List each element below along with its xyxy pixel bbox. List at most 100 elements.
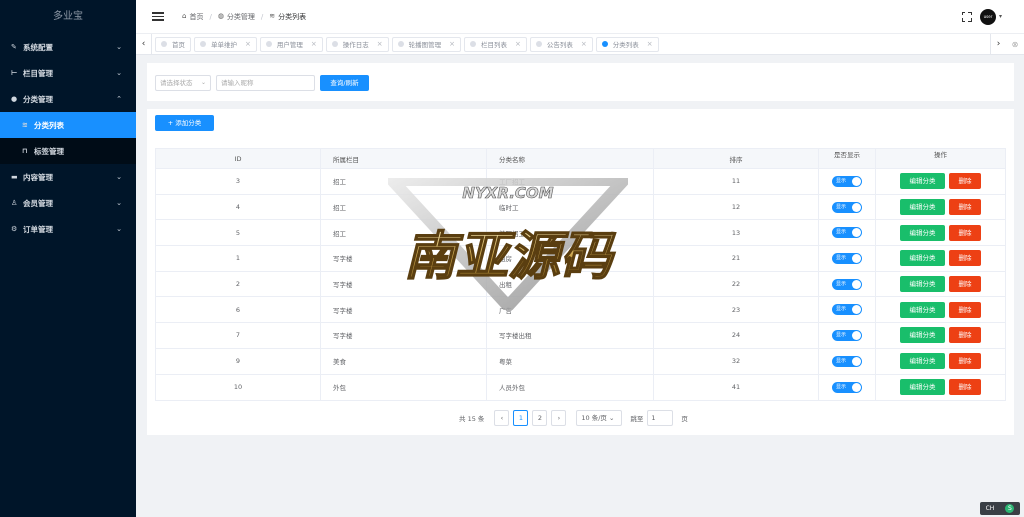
delete-button[interactable]: 删除 xyxy=(949,327,981,344)
sidebar-item-label: 会员管理 xyxy=(23,198,53,208)
menu-toggle-icon[interactable] xyxy=(152,10,164,23)
delete-button[interactable]: 删除 xyxy=(949,173,981,190)
cell-column: 写字楼 xyxy=(321,323,487,348)
breadcrumb-item[interactable]: ⌂ 首页 xyxy=(182,12,203,22)
status-select[interactable]: 请选择状态 ⌄ xyxy=(155,75,211,91)
close-icon[interactable]: × xyxy=(377,40,383,48)
tray-text: CH xyxy=(985,505,995,512)
tab-7[interactable]: 分类列表 × xyxy=(595,36,659,52)
order-icon: ⚙ xyxy=(11,225,18,233)
sidebar-item-label: 订单管理 xyxy=(23,224,53,234)
edit-category-button[interactable]: 编辑分类 xyxy=(900,224,945,241)
edit-category-button[interactable]: 编辑分类 xyxy=(900,379,945,396)
edit-category-button[interactable]: 编辑分类 xyxy=(900,250,945,267)
query-button[interactable]: 查询/刷新 xyxy=(320,75,369,91)
sidebar-item-2[interactable]: ● 分类管理 ⌃ xyxy=(0,86,136,112)
toggle-label: 显示 xyxy=(836,383,847,390)
close-icon[interactable]: × xyxy=(449,40,455,48)
close-icon[interactable]: × xyxy=(311,40,317,48)
sidebar-item-0[interactable]: ✎ 系统配置 ⌄ xyxy=(0,34,136,60)
close-icon[interactable]: × xyxy=(581,40,587,48)
edit-category-button[interactable]: 编辑分类 xyxy=(900,173,945,190)
jump-input[interactable]: 1 xyxy=(647,409,674,426)
next-page-icon[interactable]: › xyxy=(551,409,567,426)
tab-status-dot xyxy=(601,41,608,47)
header-show: 是否显示 xyxy=(819,149,876,168)
cell-id: 5 xyxy=(156,220,321,246)
cell-operation: 编辑分类 删除 xyxy=(876,220,1005,245)
toggle-knob xyxy=(852,330,861,340)
cell-sort: 13 xyxy=(654,220,819,246)
tab-1[interactable]: 单单维护 × xyxy=(194,36,257,52)
tabs-scroll-left-icon[interactable]: ‹ xyxy=(136,33,152,55)
show-toggle[interactable]: 显示 xyxy=(832,329,862,341)
breadcrumb: ⌂ 首页 / ◍ 分类管理 / ≋ 分类列表 xyxy=(182,12,306,22)
watermark-top-text: NYXR.COM xyxy=(462,184,553,202)
edit-category-button[interactable]: 编辑分类 xyxy=(900,199,945,216)
cell-operation: 编辑分类 删除 xyxy=(876,297,1005,322)
show-toggle[interactable]: 显示 xyxy=(832,355,862,367)
sidebar-subitem-label: 标签管理 xyxy=(34,146,64,156)
show-toggle[interactable]: 显示 xyxy=(832,304,862,316)
delete-button[interactable]: 删除 xyxy=(949,224,981,241)
cell-sort: 24 xyxy=(654,323,819,348)
show-toggle[interactable]: 显示 xyxy=(832,278,862,290)
sidebar-item-1[interactable]: ⊢ 栏目管理 ⌄ xyxy=(0,60,136,86)
edit-category-button[interactable]: 编辑分类 xyxy=(900,301,945,318)
prev-page-icon[interactable]: ‹ xyxy=(494,409,510,426)
sidebar-item-4[interactable]: ♙ 会员管理 ⌄ xyxy=(0,190,136,216)
sidebar-item-5[interactable]: ⚙ 订单管理 ⌄ xyxy=(0,216,136,242)
show-toggle[interactable]: 显示 xyxy=(832,227,862,239)
delete-button[interactable]: 删除 xyxy=(949,250,981,267)
show-toggle[interactable]: 显示 xyxy=(832,252,862,264)
tab-6[interactable]: 公告列表 × xyxy=(529,36,593,52)
wrench-icon: ✎ xyxy=(11,43,17,51)
breadcrumb-item[interactable]: ◍ 分类管理 xyxy=(218,12,255,22)
tab-5[interactable]: 栏目列表 × xyxy=(464,36,527,52)
show-toggle[interactable]: 显示 xyxy=(832,381,862,393)
delete-button[interactable]: 删除 xyxy=(949,379,981,396)
tab-label: 公告列表 xyxy=(546,41,573,49)
delete-button[interactable]: 删除 xyxy=(949,353,981,370)
cell-show: 显示 xyxy=(819,271,876,297)
sidebar-subitem-0[interactable]: ≋ 分类列表 xyxy=(0,112,136,138)
tab-4[interactable]: 轮播图管理 × xyxy=(391,36,461,52)
breadcrumb-label: 分类列表 xyxy=(278,12,307,21)
page-button[interactable]: 2 xyxy=(532,409,548,426)
cell-sort: 11 xyxy=(654,169,819,194)
show-toggle[interactable]: 显示 xyxy=(832,175,862,187)
sidebar-item-3[interactable]: ▬ 内容管理 ⌄ xyxy=(0,164,136,190)
breadcrumb-separator: / xyxy=(260,12,264,21)
close-icon[interactable]: × xyxy=(245,40,251,48)
sidebar-subitem-label: 分类列表 xyxy=(34,120,64,130)
edit-category-button[interactable]: 编辑分类 xyxy=(900,353,945,370)
tab-label: 轮播图管理 xyxy=(408,41,442,49)
close-icon[interactable]: × xyxy=(515,40,521,48)
tab-2[interactable]: 用户管理 × xyxy=(259,36,323,52)
avatar[interactable]: user xyxy=(979,8,996,25)
edit-category-button[interactable]: 编辑分类 xyxy=(900,276,945,293)
close-icon[interactable]: × xyxy=(647,40,653,48)
tabs-scroll-right-icon[interactable]: › xyxy=(990,33,1006,55)
page-size-select[interactable]: 10 条/页 ⌄ xyxy=(576,409,623,426)
nickname-input[interactable]: 请输入昵称 xyxy=(216,75,315,91)
tab-label: 栏目列表 xyxy=(481,41,507,49)
table-row: 7 写字楼 写字楼出租 24 显示 编辑分类 删除 xyxy=(156,323,1005,349)
chevron-down-icon[interactable]: ▾ xyxy=(999,13,1002,20)
tab-0[interactable]: 首页 xyxy=(155,36,191,52)
toggle-label: 显示 xyxy=(836,203,847,210)
delete-button[interactable]: 删除 xyxy=(949,199,981,216)
tab-3[interactable]: 操作日志 × xyxy=(325,36,389,52)
delete-button[interactable]: 删除 xyxy=(949,301,981,318)
edit-category-button[interactable]: 编辑分类 xyxy=(900,327,945,344)
cell-show: 显示 xyxy=(819,246,876,271)
sidebar-subitem-1[interactable]: ⊓ 标签管理 xyxy=(0,138,136,164)
fullscreen-icon[interactable] xyxy=(960,10,972,22)
tray-app-icon[interactable]: S xyxy=(1005,504,1015,513)
delete-button[interactable]: 删除 xyxy=(949,276,981,293)
close-tabs-icon[interactable]: ⊗ xyxy=(1006,40,1024,49)
add-category-button[interactable]: + 添加分类 xyxy=(155,115,214,131)
breadcrumb-separator: / xyxy=(209,12,212,21)
page-button[interactable]: 1 xyxy=(513,409,529,426)
show-toggle[interactable]: 显示 xyxy=(832,201,862,213)
